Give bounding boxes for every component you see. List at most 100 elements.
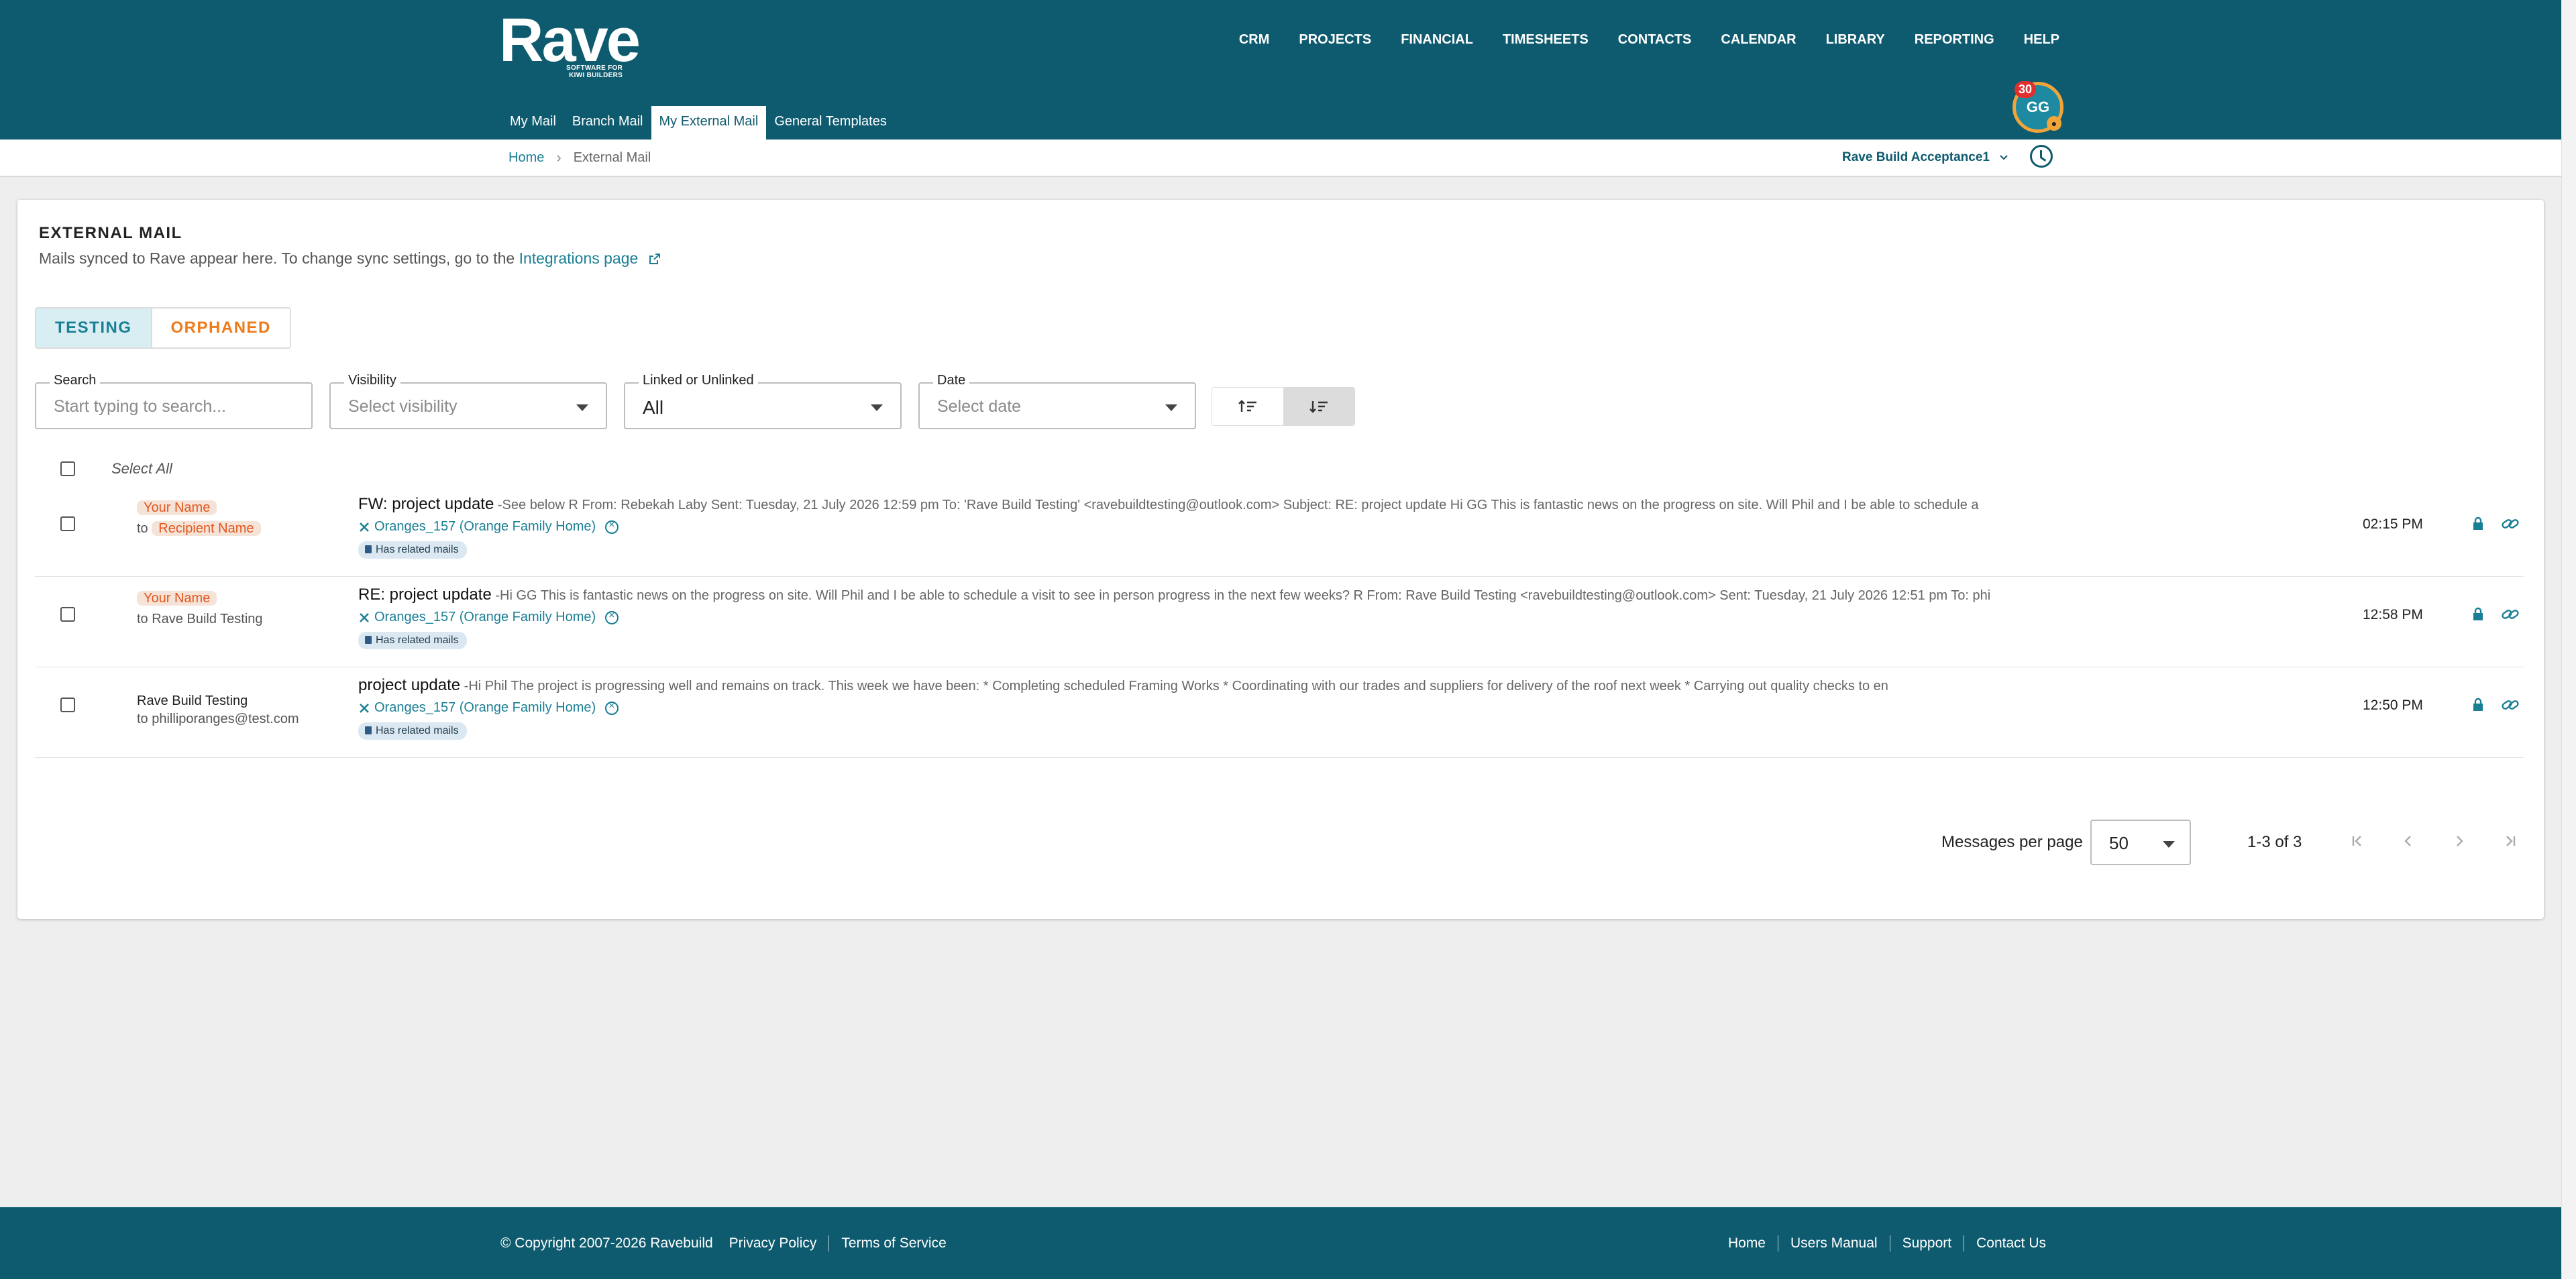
mail-row[interactable]: Rave Build Testing to philliporanges@tes…: [35, 668, 2524, 758]
recipient-line: to Recipient Name: [137, 521, 261, 537]
terms-of-service-link[interactable]: Terms of Service: [841, 1235, 946, 1252]
segment-orphaned[interactable]: ORPHANED: [152, 309, 290, 347]
project-name: Oranges_157 (Orange Family Home): [374, 700, 596, 715]
date-placeholder: Select date: [937, 397, 1022, 416]
dropdown-arrow-icon: [871, 404, 883, 411]
segment-testing[interactable]: TESTING: [36, 309, 152, 347]
integrations-link[interactable]: Integrations page: [519, 249, 639, 267]
nav-financial[interactable]: FINANCIAL: [1401, 32, 1473, 48]
privacy-policy-link[interactable]: Privacy Policy: [729, 1235, 817, 1252]
messages-per-page-label: Messages per page: [1941, 833, 2083, 851]
nav-calendar[interactable]: CALENDAR: [1721, 32, 1796, 48]
contact-us-link[interactable]: Contact Us: [1976, 1235, 2046, 1252]
support-link[interactable]: Support: [1902, 1235, 1952, 1252]
sort-descending-button[interactable]: [1283, 388, 1354, 425]
dropdown-arrow-icon: [576, 404, 588, 411]
mail-subject-line: FW: project update -See below R From: Re…: [358, 495, 2357, 514]
footer: © Copyright 2007-2026 Ravebuild Privacy …: [0, 1207, 2561, 1279]
search-label: Search: [50, 373, 101, 388]
nav-projects[interactable]: PROJECTS: [1299, 32, 1371, 48]
breadcrumb-separator-icon: ›: [556, 149, 561, 166]
search-input[interactable]: Start typing to search...: [54, 397, 226, 416]
chevron-down-icon: [2000, 155, 2008, 160]
visibility-label: Visibility: [344, 373, 400, 388]
mail-row-checkbox[interactable]: [60, 698, 75, 712]
rave-logo[interactable]: Rave SOFTWARE FOR KIWI BUILDERS: [499, 9, 641, 79]
notification-badge: 30: [2015, 81, 2037, 98]
link-icon[interactable]: [2501, 698, 2520, 712]
sort-ascending-icon: [1238, 400, 1256, 412]
footer-home-link[interactable]: Home: [1728, 1235, 1766, 1252]
link-icon[interactable]: [2501, 516, 2520, 531]
logo-tagline: SOFTWARE FOR KIWI BUILDERS: [566, 64, 623, 79]
nav-library[interactable]: LIBRARY: [1826, 32, 1885, 48]
unlink-project-icon[interactable]: [605, 700, 619, 715]
search-field[interactable]: Search Start typing to search...: [35, 373, 313, 429]
visibility-select[interactable]: Visibility Select visibility: [329, 373, 607, 429]
linked-select[interactable]: Linked or Unlinked All: [624, 373, 902, 429]
mail-participants: Your Name to Recipient Name: [137, 500, 261, 537]
page-scrollbar[interactable]: [2561, 0, 2576, 1279]
nav-crm[interactable]: CRM: [1239, 32, 1270, 48]
nav-contacts[interactable]: CONTACTS: [1618, 32, 1692, 48]
unlink-project-icon[interactable]: [605, 519, 619, 534]
link-icon[interactable]: [2501, 607, 2520, 622]
first-page-button[interactable]: [2344, 828, 2371, 854]
sender-name: Your Name: [137, 591, 217, 606]
tab-branch-mail[interactable]: Branch Mail: [564, 106, 651, 140]
chevron-right-icon: [2457, 836, 2463, 846]
footer-divider: [828, 1235, 830, 1252]
external-mail-card: EXTERNAL MAIL Mails synced to Rave appea…: [17, 200, 2544, 919]
linked-project[interactable]: Oranges_157 (Orange Family Home): [358, 519, 2357, 535]
tools-icon: [360, 522, 369, 532]
mail-time: 12:50 PM: [2363, 698, 2423, 713]
linked-project[interactable]: Oranges_157 (Orange Family Home): [358, 700, 2357, 716]
mail-row-checkbox[interactable]: [60, 607, 75, 622]
mail-subnav: My Mail Branch Mail My External Mail Gen…: [502, 106, 895, 140]
user-avatar[interactable]: GG 30 ●: [2012, 81, 2063, 133]
chevron-left-icon: [2404, 836, 2411, 846]
sort-ascending-button[interactable]: [1212, 388, 1283, 425]
lock-icon: [2473, 607, 2483, 620]
messages-per-page-select[interactable]: 50: [2090, 820, 2191, 865]
account-selector[interactable]: Rave Build Acceptance1: [1842, 150, 2008, 165]
sender-name: Your Name: [137, 500, 217, 515]
mail-participants: Your Name to Rave Build Testing: [137, 591, 263, 627]
history-clock-icon[interactable]: [2030, 145, 2053, 168]
breadcrumb-home[interactable]: Home: [508, 150, 544, 166]
nav-timesheets[interactable]: TIMESHEETS: [1503, 32, 1589, 48]
pagination: Messages per page 50 1-3 of 3: [17, 818, 2544, 865]
linked-project[interactable]: Oranges_157 (Orange Family Home): [358, 610, 2357, 625]
user-status-icon: ●: [2047, 116, 2061, 131]
date-select[interactable]: Date Select date: [918, 373, 1196, 429]
next-page-button[interactable]: [2446, 828, 2473, 854]
mail-row-checkbox[interactable]: [60, 516, 75, 531]
mail-content: RE: project update -Hi GG This is fantas…: [358, 586, 2357, 649]
previous-page-button[interactable]: [2395, 828, 2422, 854]
users-manual-link[interactable]: Users Manual: [1790, 1235, 1878, 1252]
visibility-placeholder: Select visibility: [348, 397, 458, 416]
breadcrumb-bar: Home › External Mail Rave Build Acceptan…: [0, 140, 2561, 177]
footer-left: © Copyright 2007-2026 Ravebuild Privacy …: [500, 1235, 947, 1252]
tab-my-external-mail[interactable]: My External Mail: [651, 106, 767, 140]
account-name: Rave Build Acceptance1: [1842, 150, 1990, 164]
external-link-icon[interactable]: [648, 252, 661, 266]
page-subtitle: Mails synced to Rave appear here. To cha…: [39, 249, 661, 268]
dropdown-arrow-icon: [1165, 404, 1177, 411]
select-all-checkbox[interactable]: [60, 461, 75, 476]
tab-general-templates[interactable]: General Templates: [766, 106, 895, 140]
project-name: Oranges_157 (Orange Family Home): [374, 519, 596, 534]
tab-my-mail[interactable]: My Mail: [502, 106, 564, 140]
lock-icon: [2473, 516, 2483, 530]
last-page-button[interactable]: [2497, 828, 2524, 854]
mail-row[interactable]: Your Name to Rave Build Testing RE: proj…: [35, 577, 2524, 667]
mail-preview: -Hi Phil The project is progressing well…: [460, 679, 1888, 693]
related-mails-badge: Has related mails: [358, 632, 467, 649]
recipient-line: to Rave Build Testing: [137, 612, 263, 626]
mail-row[interactable]: Your Name to Recipient Name FW: project …: [35, 487, 2524, 577]
nav-help[interactable]: HELP: [2024, 32, 2059, 48]
mail-preview: -See below R From: Rebekah Laby Sent: Tu…: [494, 498, 1979, 512]
mail-icon: [365, 545, 372, 553]
unlink-project-icon[interactable]: [605, 610, 619, 624]
nav-reporting[interactable]: REPORTING: [1915, 32, 1994, 48]
